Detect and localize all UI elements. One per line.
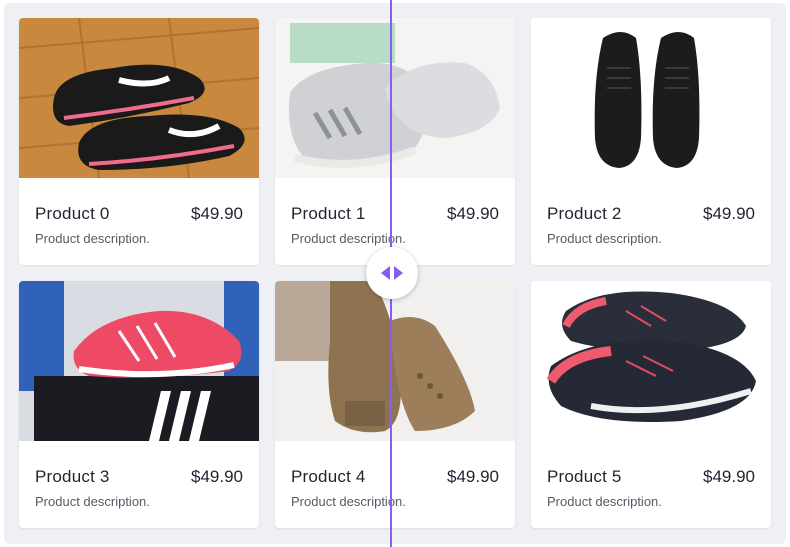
product-name: Product 3 xyxy=(35,467,110,486)
product-description: Product description. xyxy=(35,231,150,246)
product-card[interactable]: Product 5 $49.90 Product description. xyxy=(531,281,771,528)
product-image xyxy=(19,281,259,441)
product-price: $49.90 xyxy=(191,204,243,223)
product-price: $49.90 xyxy=(447,204,499,223)
product-description: Product description. xyxy=(35,494,150,509)
product-image xyxy=(19,18,259,178)
product-name: Product 1 xyxy=(291,204,366,223)
product-card[interactable]: Product 1 $49.90 Product description. xyxy=(275,18,515,265)
chevron-left-icon xyxy=(381,266,390,280)
product-description: Product description. xyxy=(291,231,406,246)
product-description: Product description. xyxy=(547,494,662,509)
product-image xyxy=(275,18,515,178)
product-name: Product 0 xyxy=(35,204,110,223)
product-price: $49.90 xyxy=(703,467,755,486)
product-description: Product description. xyxy=(291,494,406,509)
product-image xyxy=(531,281,771,441)
product-description: Product description. xyxy=(547,231,662,246)
product-image xyxy=(275,281,515,441)
product-image xyxy=(531,18,771,178)
product-card[interactable]: Product 3 $49.90 Product description. xyxy=(19,281,259,528)
product-price: $49.90 xyxy=(191,467,243,486)
product-card[interactable]: Product 0 $49.90 Product description. xyxy=(19,18,259,265)
product-name: Product 2 xyxy=(547,204,622,223)
product-price: $49.90 xyxy=(447,467,499,486)
product-name: Product 4 xyxy=(291,467,366,486)
compare-slider-handle[interactable] xyxy=(366,247,418,299)
product-card[interactable]: Product 2 $49.90 Product description. xyxy=(531,18,771,265)
chevron-right-icon xyxy=(394,266,403,280)
product-name: Product 5 xyxy=(547,467,622,486)
product-price: $49.90 xyxy=(703,204,755,223)
product-card[interactable]: Product 4 $49.90 Product description. xyxy=(275,281,515,528)
